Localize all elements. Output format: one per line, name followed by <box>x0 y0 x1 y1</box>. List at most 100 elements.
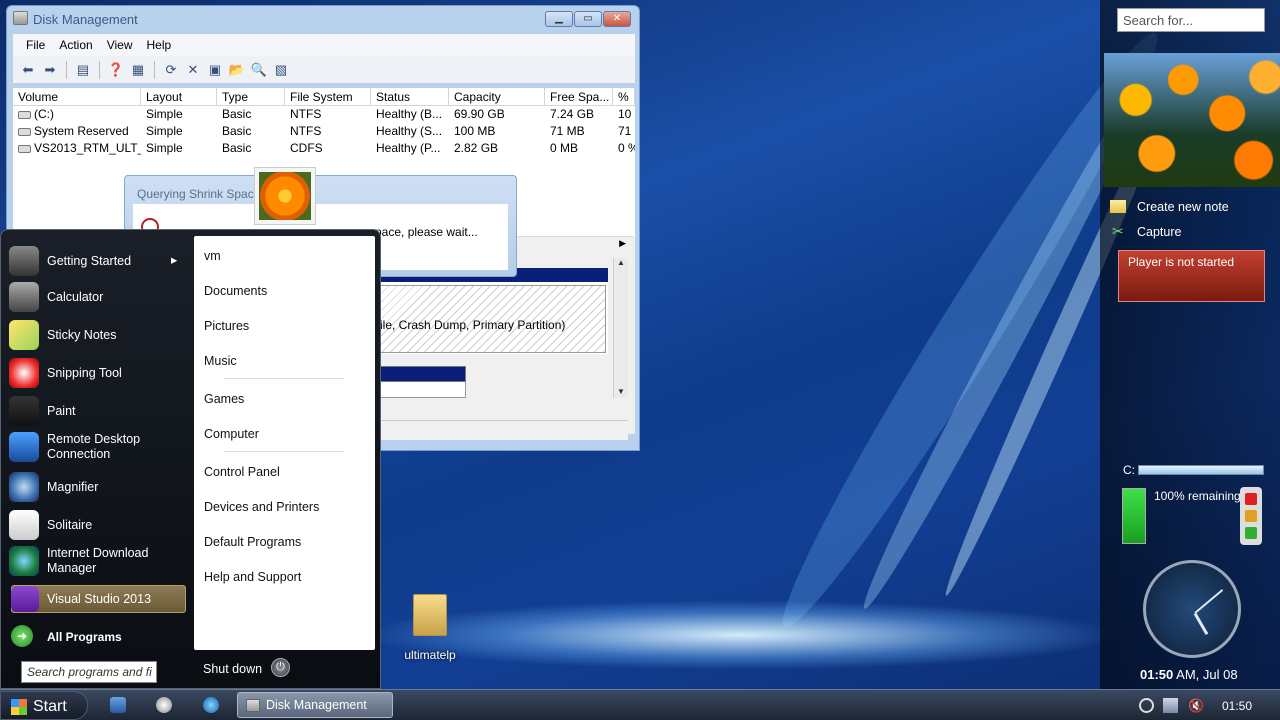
clock-gadget-time: 01:50 <box>1140 667 1174 682</box>
program-sticky-notes[interactable]: Sticky Notes <box>9 320 116 350</box>
program-snipping-tool[interactable]: Snipping Tool <box>9 358 122 388</box>
taskbar-clock[interactable]: 01:50 <box>1222 699 1252 713</box>
scroll-up-icon[interactable]: ▲ <box>614 258 628 267</box>
place-user-vm[interactable]: vm <box>204 249 221 263</box>
create-new-note-link[interactable]: Create new note <box>1137 200 1229 214</box>
drive-icon <box>18 127 31 136</box>
program-internet-download-manager[interactable]: Internet Download Manager <box>9 546 148 576</box>
properties-icon[interactable]: ▦ <box>129 61 147 79</box>
close-button[interactable]: ✕ <box>603 11 631 27</box>
media-player-gadget[interactable]: Player is not started <box>1118 250 1265 302</box>
analog-clock-gadget[interactable] <box>1143 560 1241 658</box>
battery-status: 100% remaining <box>1154 489 1241 503</box>
maximize-button[interactable]: ▭ <box>574 11 602 27</box>
traffic-light-icon <box>1240 487 1262 545</box>
scissors-icon <box>9 358 39 388</box>
column-header-layout[interactable]: Layout <box>141 88 217 105</box>
clock-minute-hand <box>1194 589 1224 614</box>
remote-desktop-icon <box>9 432 39 462</box>
place-music[interactable]: Music <box>204 354 237 368</box>
start-button[interactable]: Start <box>0 691 88 720</box>
submenu-arrow-icon: ▸ <box>171 253 178 267</box>
disk-management-icon <box>13 11 28 25</box>
minimize-button[interactable]: ▁ <box>545 11 573 27</box>
power-options-icon[interactable]: ⏻ <box>271 658 290 677</box>
back-arrow-icon[interactable]: ⬅ <box>19 61 37 79</box>
place-computer[interactable]: Computer <box>204 427 259 441</box>
all-programs-arrow-icon: ➜ <box>11 625 33 647</box>
slideshow-gadget[interactable] <box>1104 53 1280 187</box>
place-default-programs[interactable]: Default Programs <box>204 535 301 549</box>
network-globe-icon[interactable] <box>1139 698 1154 713</box>
help-icon[interactable]: ❓ <box>107 61 125 79</box>
open-folder-icon[interactable]: 📂 <box>228 61 246 79</box>
scroll-down-icon[interactable]: ▼ <box>614 387 628 396</box>
drive-label: C: <box>1123 463 1135 477</box>
vertical-scrollbar[interactable]: ▲ ▼ <box>613 258 628 398</box>
settings-icon[interactable]: ▣ <box>206 61 224 79</box>
program-calculator[interactable]: Calculator <box>9 282 103 312</box>
clock-gadget-date: AM, Jul 08 <box>1176 667 1238 682</box>
delete-icon[interactable]: ✕ <box>184 61 202 79</box>
place-devices-and-printers[interactable]: Devices and Printers <box>204 500 319 514</box>
taskbar: Start Disk Management 🔇 01:50 <box>0 689 1280 720</box>
search-disk-icon[interactable]: 🔍 <box>250 61 268 79</box>
console-tree-icon[interactable]: ▤ <box>74 61 92 79</box>
magnifier-icon <box>9 472 39 502</box>
scroll-right-icon[interactable]: ▶ <box>619 238 626 249</box>
player-status: Player is not started <box>1128 255 1235 269</box>
table-row[interactable]: (C:) Simple Basic NTFS Healthy (B... 69.… <box>13 106 635 123</box>
table-row[interactable]: System Reserved Simple Basic NTFS Health… <box>13 123 635 140</box>
view-icon[interactable]: ▧ <box>272 61 290 79</box>
table-row[interactable]: VS2013_RTM_ULT_... Simple Basic CDFS Hea… <box>13 140 635 157</box>
media-player-icon[interactable] <box>156 697 172 713</box>
wallpaper-glow <box>360 600 1120 670</box>
menu-action[interactable]: Action <box>52 34 99 56</box>
column-header-volume[interactable]: Volume <box>13 88 141 105</box>
place-pictures[interactable]: Pictures <box>204 319 249 333</box>
column-header-file-system[interactable]: File System <box>285 88 371 105</box>
capture-link[interactable]: Capture <box>1137 225 1181 239</box>
shutdown-button[interactable]: Shut down <box>203 662 262 676</box>
start-search-input[interactable]: Search programs and fi <box>21 661 157 683</box>
getting-started-icon <box>9 246 39 276</box>
column-header-capacity[interactable]: Capacity <box>449 88 545 105</box>
all-programs-button[interactable]: All Programs <box>47 630 122 644</box>
column-header-status[interactable]: Status <box>371 88 449 105</box>
program-magnifier[interactable]: Magnifier <box>9 472 98 502</box>
program-getting-started[interactable]: Getting Started ▸ <box>9 246 177 276</box>
column-header-percent[interactable]: % <box>613 88 635 105</box>
flower-picture-icon <box>259 172 311 220</box>
cd-partition-header-bar <box>380 366 466 382</box>
network-icon[interactable] <box>1163 698 1178 713</box>
volume-muted-icon[interactable]: 🔇 <box>1188 698 1204 713</box>
forward-arrow-icon[interactable]: ➡ <box>41 61 59 79</box>
dialog-message: pace, please wait... <box>375 225 478 239</box>
sidebar-search-input[interactable]: Search for... <box>1117 8 1265 32</box>
divider <box>224 378 344 379</box>
menu-file[interactable]: File <box>19 34 52 56</box>
place-games[interactable]: Games <box>204 392 244 406</box>
menu-help[interactable]: Help <box>140 34 179 56</box>
battery-icon <box>1122 488 1146 544</box>
start-menu[interactable]: Getting Started ▸ Calculator Sticky Note… <box>0 229 381 689</box>
program-remote-desktop[interactable]: Remote Desktop Connection <box>9 432 140 462</box>
volume-list-header: Volume Layout Type File System Status Ca… <box>13 88 635 106</box>
refresh-icon[interactable]: ⟳ <box>162 61 180 79</box>
show-desktop-icon[interactable] <box>110 697 126 713</box>
place-help-and-support[interactable]: Help and Support <box>204 570 301 584</box>
desktop-icon-ultimatelp[interactable]: ultimatelp <box>402 594 458 662</box>
menu-view[interactable]: View <box>100 34 140 56</box>
column-header-free-space[interactable]: Free Spa... <box>545 88 613 105</box>
place-control-panel[interactable]: Control Panel <box>204 465 280 479</box>
divider <box>224 451 344 452</box>
taskbar-disk-management[interactable]: Disk Management <box>237 692 393 718</box>
scissors-icon: ✂ <box>1112 223 1124 239</box>
program-paint[interactable]: Paint <box>9 396 76 426</box>
program-solitaire[interactable]: Solitaire <box>9 510 92 540</box>
column-header-type[interactable]: Type <box>217 88 285 105</box>
internet-explorer-icon[interactable] <box>203 697 219 713</box>
start-menu-places: vm Documents Pictures Music Games Comput… <box>194 236 375 650</box>
place-documents[interactable]: Documents <box>204 284 267 298</box>
clock-hour-hand <box>1193 612 1209 636</box>
